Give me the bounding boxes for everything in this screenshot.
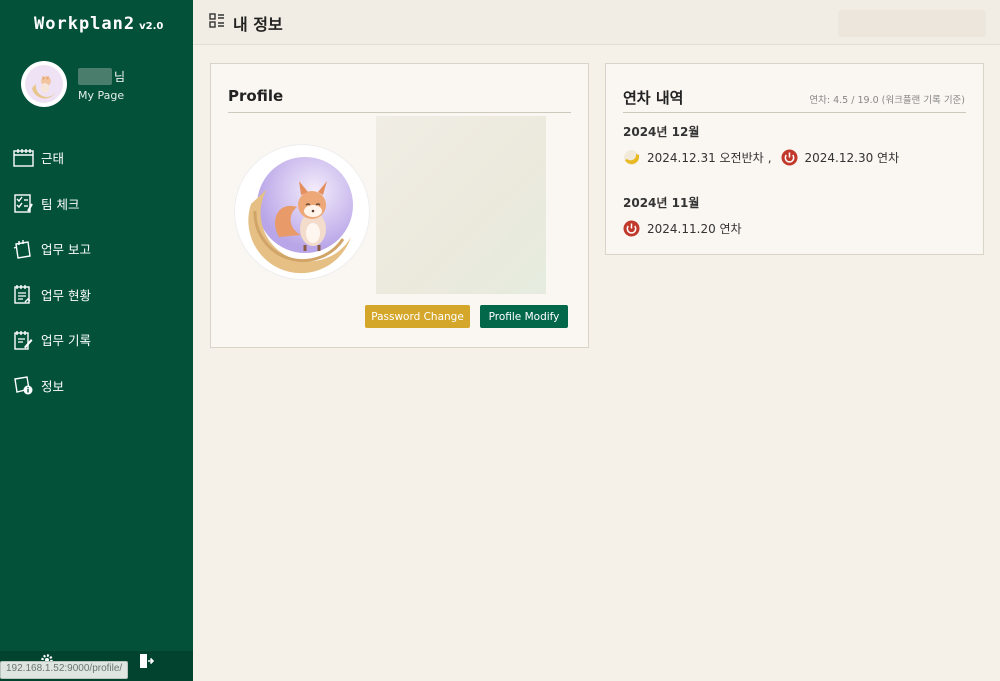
sidebar-menu: 근태 팀 체크 업무 보고 업무 현황 업무 기록 정보: [0, 135, 193, 408]
fox-avatar-icon: [25, 65, 63, 103]
password-change-button[interactable]: Password Change: [365, 305, 470, 328]
leave-entry-text: 2024.12.30 연차: [804, 151, 900, 165]
sidebar-item-label: 업무 보고: [41, 242, 91, 258]
leave-summary: 연차: 4.5 / 19.0 (워크플랜 기록 기준): [809, 95, 965, 106]
app-logo[interactable]: Workplan2 v2.0: [34, 14, 163, 34]
half-day-icon: [624, 150, 640, 165]
leave-entry[interactable]: 2024.12.30 연차: [781, 149, 900, 166]
separator: ,: [767, 150, 772, 165]
sidebar-item-info[interactable]: 정보: [0, 363, 193, 409]
profile-modify-button[interactable]: Profile Modify: [480, 305, 568, 328]
leave-card-title: 연차 내역: [623, 89, 684, 107]
app-version: v2.0: [139, 21, 164, 32]
sidebar-item-work-report[interactable]: 업무 보고: [0, 226, 193, 272]
leave-entry-text: 2024.11.20 연차: [647, 222, 742, 236]
my-page-link[interactable]: My Page: [78, 89, 125, 102]
sidebar-item-work-status[interactable]: 업무 현황: [0, 272, 193, 318]
status-icon: [12, 283, 34, 305]
leave-list: 2024.12.31 오전반차 , 2024.12.30 연차: [623, 149, 899, 166]
profile-avatar[interactable]: [235, 145, 369, 279]
info-icon: [12, 374, 34, 396]
sidebar-item-label: 업무 기록: [41, 333, 91, 349]
power-icon: [623, 220, 640, 237]
user-name-redacted: [78, 68, 112, 85]
header-redacted-area: [838, 10, 986, 37]
leave-entry-text: 2024.12.31 오전반차: [647, 151, 764, 165]
leave-entry[interactable]: 2024.11.20 연차: [623, 220, 742, 237]
avatar[interactable]: [21, 61, 67, 107]
sidebar-item-attendance[interactable]: 근태: [0, 135, 193, 181]
leave-list: 2024.11.20 연차: [623, 220, 742, 237]
sidebar-item-label: 정보: [41, 378, 65, 394]
logout-icon[interactable]: [138, 653, 155, 673]
user-honorific: 님: [114, 70, 126, 84]
divider: [623, 112, 966, 113]
top-bar: 내 정보: [193, 0, 1000, 45]
month-heading: 2024년 12월: [623, 125, 700, 139]
sidebar: Workplan2 v2.0 님 My Page 근태 팀 체크 업무 보고 업…: [0, 0, 193, 681]
sidebar-item-label: 업무 현황: [41, 287, 91, 303]
sidebar-item-label: 팀 체크: [41, 196, 80, 212]
profile-card-title: Profile: [228, 87, 284, 105]
power-icon: [781, 149, 798, 166]
status-url: 192.168.1.52:9000/profile/: [0, 661, 129, 679]
fox-avatar-icon: [241, 151, 363, 274]
page-title: 내 정보: [233, 15, 283, 34]
sidebar-item-label: 근태: [41, 151, 65, 167]
app-name: Workplan2: [34, 14, 136, 34]
profile-photo-redacted: [376, 116, 546, 294]
sidebar-footer: 192.168.1.52:9000/profile/: [0, 651, 193, 681]
menu-grid-icon[interactable]: [209, 13, 225, 33]
calendar-icon: [12, 147, 34, 169]
divider: [228, 112, 571, 113]
leave-history-card: 연차 내역 연차: 4.5 / 19.0 (워크플랜 기록 기준) 2024년 …: [605, 63, 984, 255]
user-panel[interactable]: 님 My Page: [21, 61, 125, 107]
sidebar-item-team-check[interactable]: 팀 체크: [0, 181, 193, 227]
profile-card: Profile Password Change Profile Modify: [210, 63, 589, 348]
sidebar-item-work-record[interactable]: 업무 기록: [0, 317, 193, 363]
report-icon: [12, 238, 34, 260]
month-heading: 2024년 11월: [623, 196, 700, 210]
checklist-icon: [12, 192, 34, 214]
leave-entry[interactable]: 2024.12.31 오전반차 ,: [623, 149, 781, 166]
record-icon: [12, 329, 34, 351]
